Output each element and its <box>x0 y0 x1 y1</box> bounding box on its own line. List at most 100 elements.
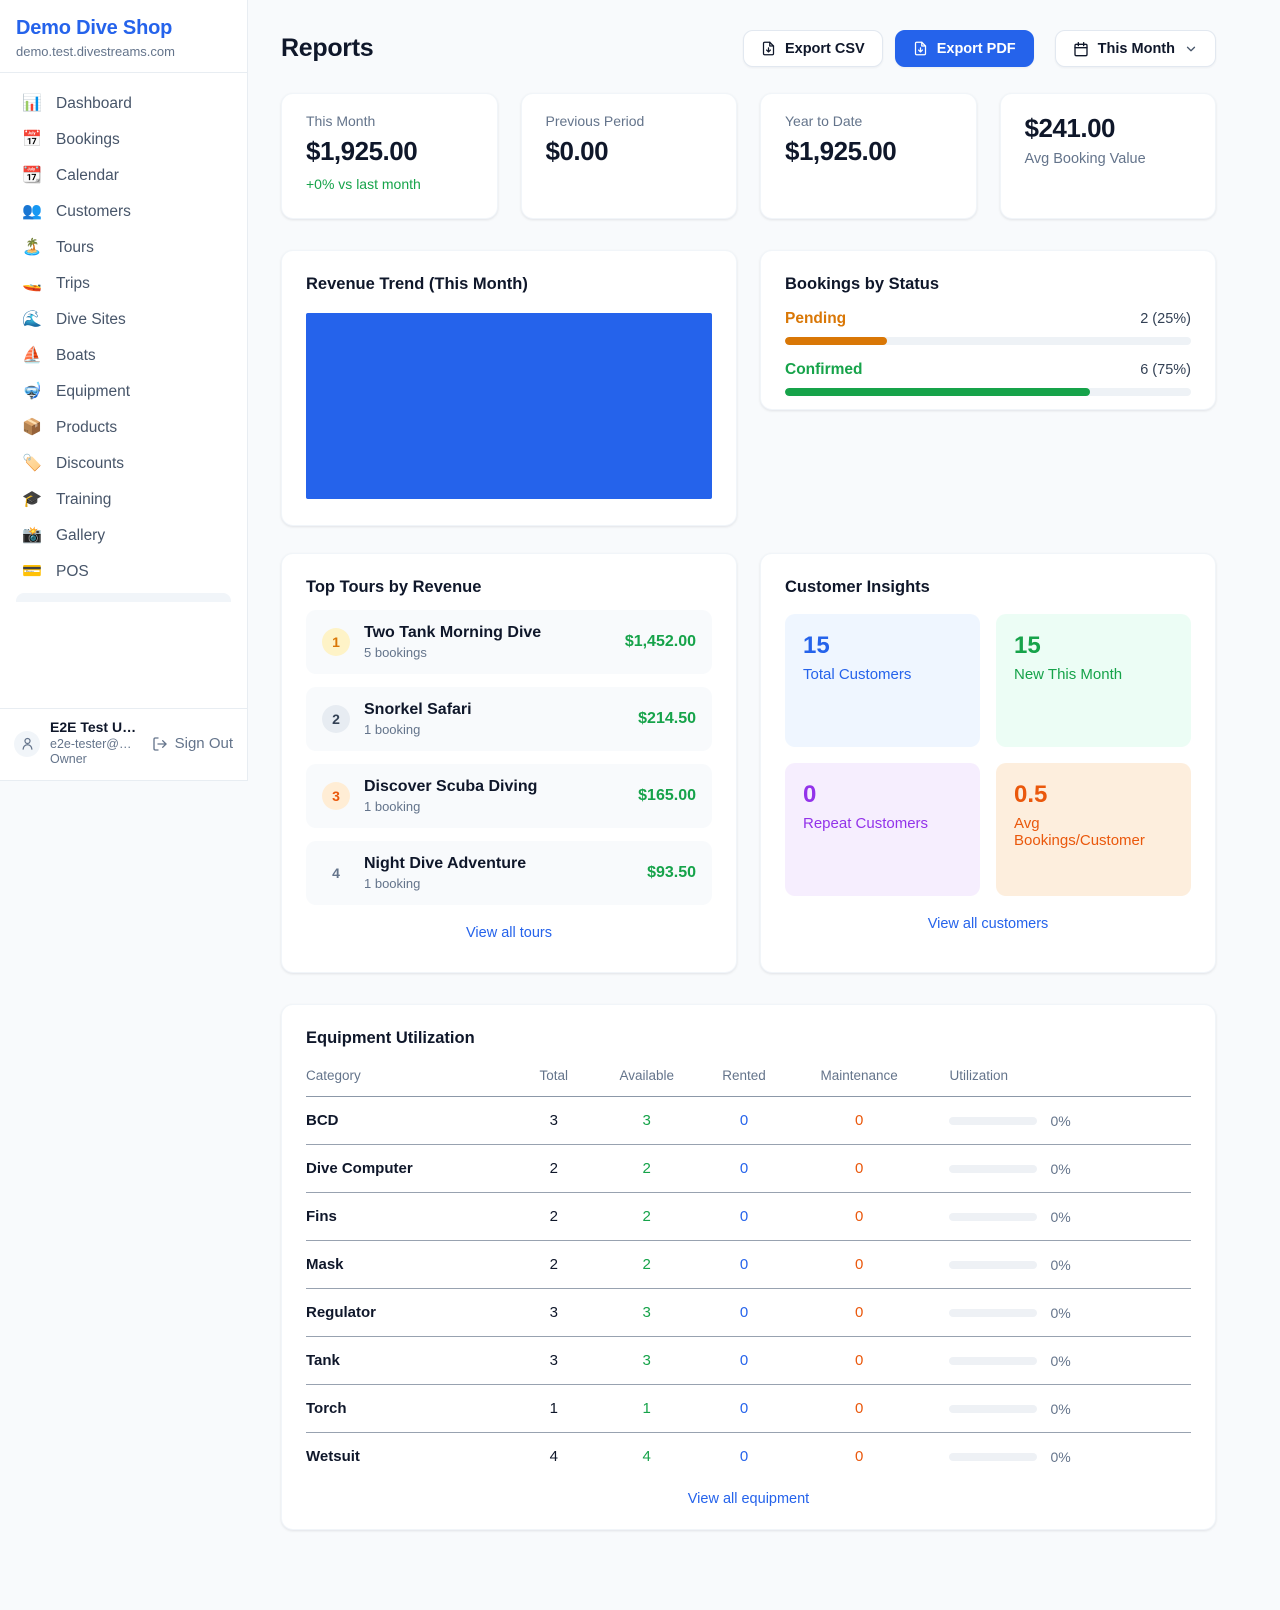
equipment-total: 1 <box>510 1385 599 1433</box>
stat-card-this-month: This Month $1,925.00 +0% vs last month <box>281 93 498 219</box>
equipment-available: 3 <box>598 1289 695 1337</box>
gallery-icon: 📸 <box>22 528 42 544</box>
sidebar-item-dive-sites[interactable]: 🌊Dive Sites <box>8 302 239 338</box>
shop-name: Demo Dive Shop <box>16 17 231 40</box>
equipment-utilization-title: Equipment Utilization <box>306 1029 1191 1048</box>
equipment-category: Dive Computer <box>306 1145 510 1193</box>
tour-revenue: $93.50 <box>647 864 696 882</box>
equipment-table: Category Total Available Rented Maintena… <box>306 1062 1191 1475</box>
revenue-trend-title: Revenue Trend (This Month) <box>306 275 712 294</box>
export-pdf-button[interactable]: Export PDF <box>895 30 1034 67</box>
tour-row: 4 Night Dive Adventure1 booking $93.50 <box>306 841 712 905</box>
rank-badge: 1 <box>322 628 350 656</box>
bookings-by-status-title: Bookings by Status <box>785 275 1191 294</box>
equipment-available: 2 <box>598 1145 695 1193</box>
tile-label: Repeat Customers <box>803 815 962 832</box>
sidebar-item-tours[interactable]: 🏝️Tours <box>8 230 239 266</box>
person-icon <box>20 736 35 751</box>
equipment-maintenance: 0 <box>793 1193 926 1241</box>
equipment-available: 1 <box>598 1385 695 1433</box>
sidebar-item-label: Customers <box>56 203 131 221</box>
trips-icon: 🚤 <box>22 276 42 292</box>
user-email: e2e-tester@… <box>50 737 142 753</box>
tile-total-customers: 15 Total Customers <box>785 614 980 747</box>
status-bar-fill <box>785 337 887 345</box>
sidebar-item-boats[interactable]: ⛵Boats <box>8 338 239 374</box>
insights-row: Top Tours by Revenue 1 Two Tank Morning … <box>281 553 1216 973</box>
equipment-rented: 0 <box>695 1241 792 1289</box>
dashboard-icon: 📊 <box>22 96 42 112</box>
stat-value: $1,925.00 <box>306 136 473 167</box>
shop-domain: demo.test.divestreams.com <box>16 44 231 59</box>
table-row: Dive Computer 2 2 0 0 0% <box>306 1145 1191 1193</box>
header-actions: Export CSV Export PDF This Month <box>743 30 1216 67</box>
sidebar-item-products[interactable]: 📦Products <box>8 410 239 446</box>
status-label: Pending <box>785 310 846 328</box>
equipment-category: Fins <box>306 1193 510 1241</box>
equipment-available: 4 <box>598 1433 695 1476</box>
bookings-by-status-card: Bookings by Status Pending 2 (25%) Confi… <box>760 250 1216 410</box>
equipment-category: Regulator <box>306 1289 510 1337</box>
sidebar-item-gallery[interactable]: 📸 Gallery <box>8 518 239 554</box>
sidebar-item-training[interactable]: 🎓Training <box>8 482 239 518</box>
calendar-icon: 📆 <box>22 168 42 184</box>
status-bar-fill <box>785 388 1090 396</box>
tour-name: Night Dive Adventure <box>364 855 526 873</box>
top-tours-title: Top Tours by Revenue <box>306 578 712 597</box>
equipment-maintenance: 0 <box>793 1241 926 1289</box>
tour-bookings: 1 booking <box>364 722 472 737</box>
status-label: Confirmed <box>785 361 863 379</box>
boats-icon: ⛵ <box>22 348 42 364</box>
sidebar-item-label: Bookings <box>56 131 120 149</box>
sign-out-button[interactable]: Sign Out <box>152 735 233 752</box>
sign-out-icon <box>152 736 168 752</box>
discounts-icon: 🏷️ <box>22 456 42 472</box>
sidebar-item-label: Gallery <box>56 527 105 545</box>
sidebar-item-label: Training <box>56 491 111 509</box>
sidebar-item-reports-partial[interactable] <box>16 593 231 602</box>
sidebar-item-bookings[interactable]: 📅Bookings <box>8 122 239 158</box>
equipment-rented: 0 <box>695 1145 792 1193</box>
file-download-icon <box>913 41 928 56</box>
sidebar-nav: 📊Dashboard 📅Bookings 📆Calendar 👥Customer… <box>0 73 247 708</box>
utilization-percent: 0% <box>1050 1353 1070 1369</box>
stat-label: Year to Date <box>785 113 952 129</box>
view-all-equipment-link[interactable]: View all equipment <box>306 1491 1191 1507</box>
column-header: Rented <box>695 1062 792 1097</box>
sidebar-item-label: POS <box>56 563 89 581</box>
sidebar-item-label: Trips <box>56 275 90 293</box>
period-dropdown[interactable]: This Month <box>1055 30 1216 67</box>
view-all-customers-link[interactable]: View all customers <box>785 916 1191 932</box>
utilization-bar <box>949 1213 1037 1221</box>
utilization-percent: 0% <box>1050 1161 1070 1177</box>
equipment-maintenance: 0 <box>793 1385 926 1433</box>
utilization-percent: 0% <box>1050 1401 1070 1417</box>
equipment-available: 2 <box>598 1241 695 1289</box>
view-all-tours-link[interactable]: View all tours <box>306 925 712 941</box>
sidebar-item-trips[interactable]: 🚤 Trips <box>8 266 239 302</box>
equipment-icon: 🤿 <box>22 384 42 400</box>
equipment-total: 2 <box>510 1193 599 1241</box>
sidebar-item-equipment[interactable]: 🤿 Equipment <box>8 374 239 410</box>
sidebar-item-label: Equipment <box>56 383 130 401</box>
sidebar-item-dashboard[interactable]: 📊Dashboard <box>8 86 239 122</box>
tour-revenue: $165.00 <box>638 787 696 805</box>
sidebar-item-discounts[interactable]: 🏷️Discounts <box>8 446 239 482</box>
export-csv-button[interactable]: Export CSV <box>743 30 883 67</box>
equipment-maintenance: 0 <box>793 1337 926 1385</box>
tile-label: New This Month <box>1014 666 1173 683</box>
tours-icon: 🏝️ <box>22 240 42 256</box>
stat-label: Previous Period <box>546 113 713 129</box>
utilization-bar <box>949 1261 1037 1269</box>
stat-value: $0.00 <box>546 136 713 167</box>
sidebar-item-calendar[interactable]: 📆Calendar <box>8 158 239 194</box>
sign-out-label: Sign Out <box>175 735 233 752</box>
status-bar-track <box>785 337 1191 345</box>
tile-label: Avg Bookings/Customer <box>1014 815 1173 849</box>
stats-row: This Month $1,925.00 +0% vs last month P… <box>281 93 1216 219</box>
utilization-bar <box>949 1453 1037 1461</box>
sidebar-item-pos[interactable]: 💳POS <box>8 554 239 590</box>
sidebar-item-customers[interactable]: 👥Customers <box>8 194 239 230</box>
top-tours-card: Top Tours by Revenue 1 Two Tank Morning … <box>281 553 737 973</box>
equipment-available: 2 <box>598 1193 695 1241</box>
